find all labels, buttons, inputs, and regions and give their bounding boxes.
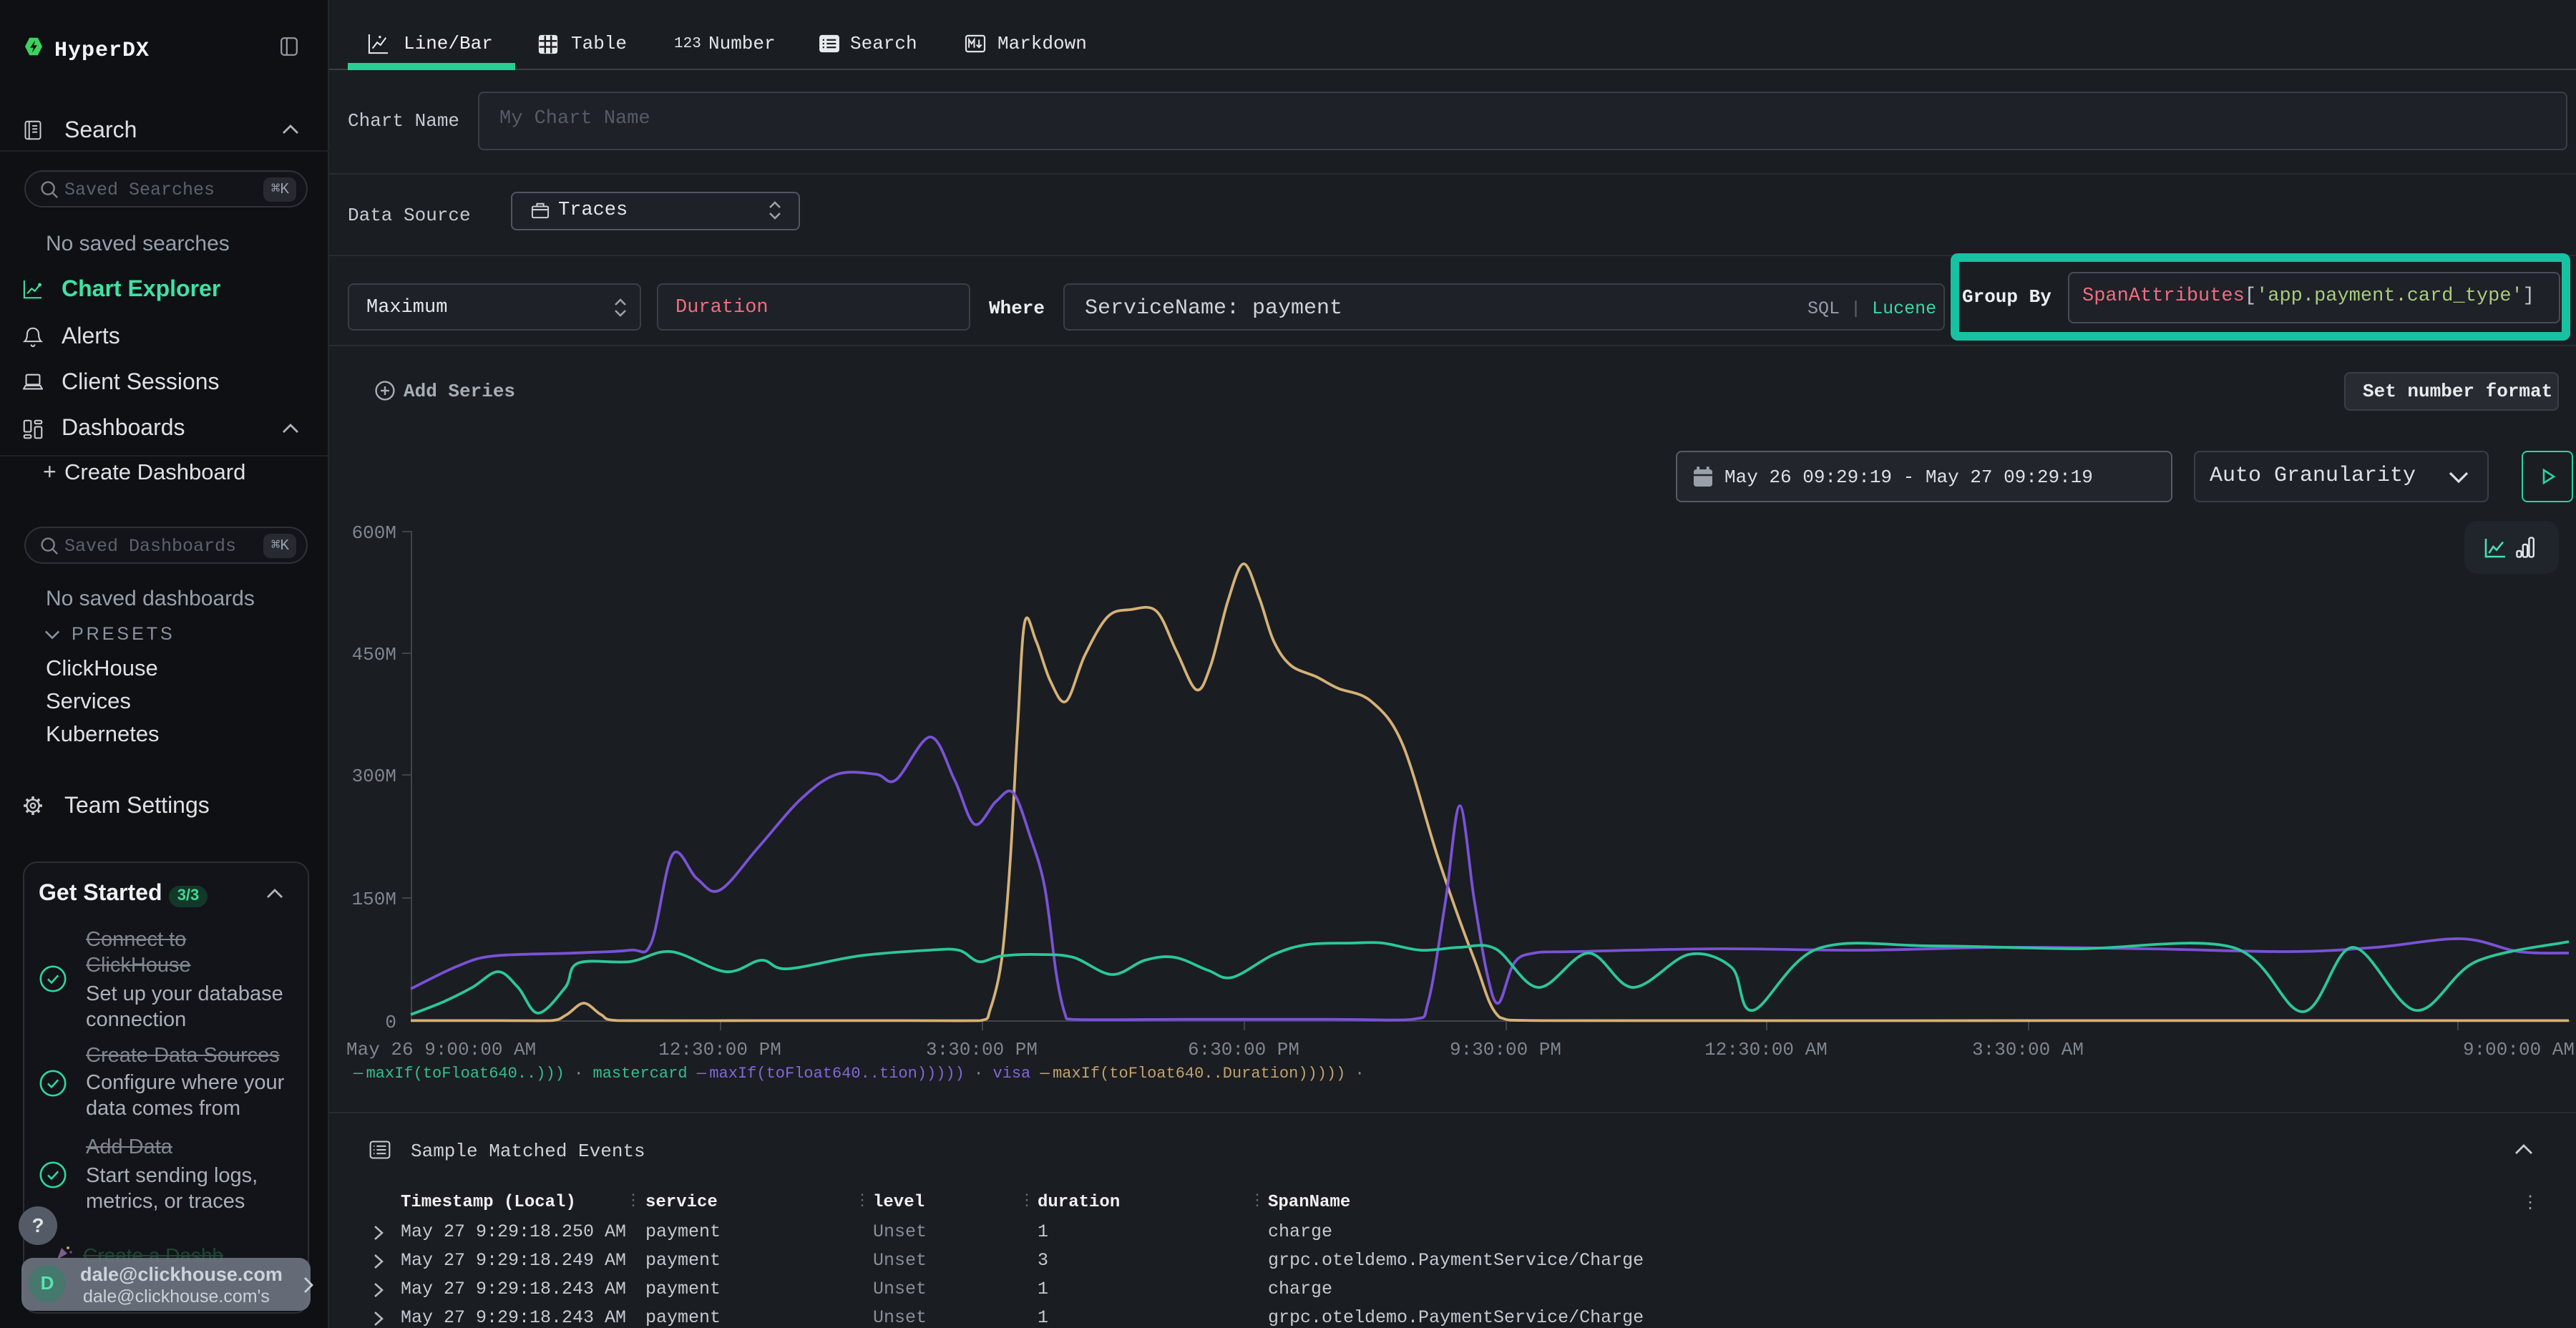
svg-text:9:00:00 AM: 9:00:00 AM — [2463, 1039, 2575, 1060]
svg-text:6:30:00 PM: 6:30:00 PM — [1188, 1039, 1299, 1060]
svg-text:0: 0 — [385, 1012, 396, 1033]
svg-text:150M: 150M — [352, 889, 396, 910]
svg-text:450M: 450M — [352, 644, 396, 665]
svg-text:May 26 9:00:00 AM: May 26 9:00:00 AM — [346, 1039, 536, 1060]
svg-text:600M: 600M — [352, 522, 396, 544]
svg-text:12:30:00 PM: 12:30:00 PM — [658, 1039, 781, 1060]
svg-text:3:30:00 PM: 3:30:00 PM — [926, 1039, 1038, 1060]
svg-text:12:30:00 AM: 12:30:00 AM — [1704, 1039, 1828, 1060]
svg-text:300M: 300M — [352, 766, 396, 787]
svg-text:9:30:00 PM: 9:30:00 PM — [1450, 1039, 1561, 1060]
svg-text:3:30:00 AM: 3:30:00 AM — [1972, 1039, 2084, 1060]
